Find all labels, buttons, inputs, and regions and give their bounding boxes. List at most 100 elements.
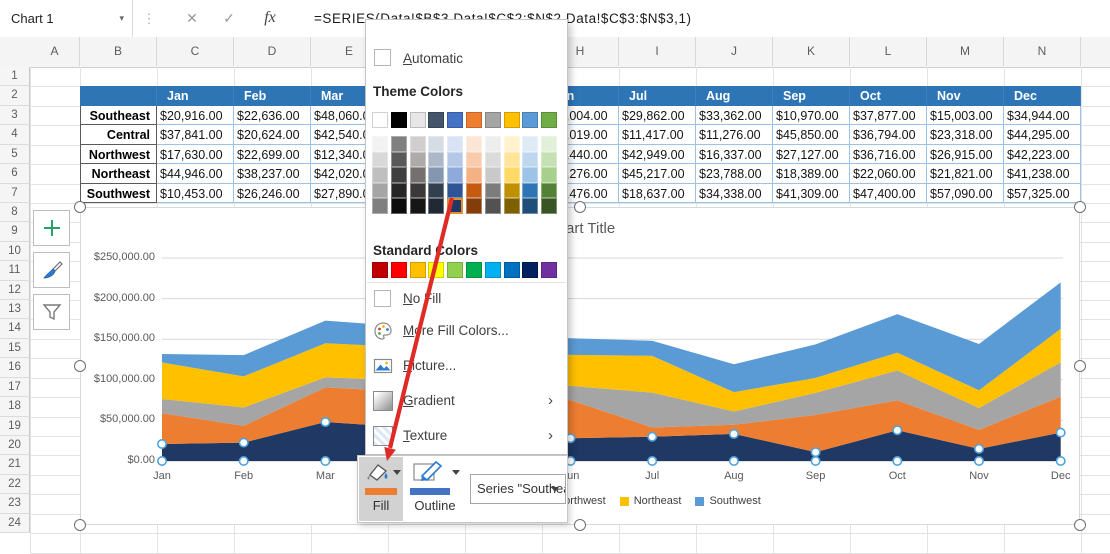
row-header[interactable]: 2 xyxy=(0,86,30,105)
x-axis-label[interactable]: Jul xyxy=(620,470,684,482)
table-row-header[interactable]: Southwest xyxy=(80,184,157,203)
x-axis-label[interactable]: Nov xyxy=(947,470,1011,482)
data-point-marker[interactable] xyxy=(811,448,819,456)
column-header[interactable]: D xyxy=(234,37,311,66)
variant-color-swatch[interactable] xyxy=(504,198,520,214)
table-cell[interactable]: $34,944.00 xyxy=(1004,106,1081,125)
variant-color-swatch[interactable] xyxy=(372,152,388,168)
row-header[interactable]: 23 xyxy=(0,494,30,513)
table-cell[interactable]: $41,309.00 xyxy=(773,184,850,203)
variant-color-swatch[interactable] xyxy=(391,152,407,168)
table-cell[interactable]: $11,417.00 xyxy=(619,125,696,144)
row-header[interactable]: 13 xyxy=(0,300,30,319)
data-point-marker[interactable] xyxy=(893,457,901,465)
table-cell[interactable]: $20,916.00 xyxy=(157,106,234,125)
variant-color-swatch[interactable] xyxy=(485,183,501,199)
row-header[interactable]: 22 xyxy=(0,475,30,494)
fill-button[interactable]: Fill xyxy=(359,457,403,521)
variant-color-swatch[interactable] xyxy=(372,167,388,183)
cancel-icon[interactable]: ✕ xyxy=(175,0,209,37)
row-header[interactable]: 19 xyxy=(0,417,30,436)
variant-color-swatch[interactable] xyxy=(485,136,501,152)
menu-item-texture[interactable]: Texture › xyxy=(366,422,567,452)
legend-item-southwest[interactable]: Southwest xyxy=(695,495,760,507)
table-cell[interactable]: $10,970.00 xyxy=(773,106,850,125)
enter-check-icon[interactable]: ✓ xyxy=(212,0,246,37)
table-cell[interactable]: $15,003.00 xyxy=(927,106,1004,125)
data-point-marker[interactable] xyxy=(648,433,656,441)
variant-color-swatch[interactable] xyxy=(541,167,557,183)
table-cell[interactable]: $57,325.00 xyxy=(1004,184,1081,203)
table-cell[interactable]: $37,877.00 xyxy=(850,106,927,125)
table-cell[interactable]: $22,060.00 xyxy=(850,164,927,183)
variant-color-swatch[interactable] xyxy=(391,136,407,152)
standard-color-swatch[interactable] xyxy=(541,262,557,278)
variant-color-swatch[interactable] xyxy=(504,183,520,199)
table-cell[interactable]: $57,090.00 xyxy=(927,184,1004,203)
table-cell[interactable]: $37,841.00 xyxy=(157,125,234,144)
column-header[interactable]: M xyxy=(927,37,1004,66)
table-header-cell[interactable]: Sep xyxy=(773,86,850,105)
column-header[interactable]: J xyxy=(696,37,773,66)
data-point-marker[interactable] xyxy=(648,457,656,465)
chart-resize-handle[interactable] xyxy=(74,201,86,213)
standard-color-swatch[interactable] xyxy=(522,262,538,278)
data-point-marker[interactable] xyxy=(730,430,738,438)
x-axis-label[interactable]: Oct xyxy=(865,470,929,482)
data-point-marker[interactable] xyxy=(158,440,166,448)
chart-resize-handle[interactable] xyxy=(1074,360,1086,372)
menu-item-automatic[interactable]: Automatic xyxy=(366,45,567,75)
table-cell[interactable]: $33,362.00 xyxy=(696,106,773,125)
x-axis-label[interactable]: Feb xyxy=(212,470,276,482)
variant-color-swatch[interactable] xyxy=(447,183,463,199)
table-cell[interactable]: $41,238.00 xyxy=(1004,164,1081,183)
chart-elements-button[interactable] xyxy=(33,210,70,246)
variant-color-swatch[interactable] xyxy=(522,183,538,199)
table-header-cell[interactable]: Feb xyxy=(234,86,311,105)
variant-color-swatch[interactable] xyxy=(428,198,444,214)
variant-color-swatch[interactable] xyxy=(466,198,482,214)
data-point-marker[interactable] xyxy=(811,457,819,465)
x-axis-label[interactable]: Dec xyxy=(1029,470,1093,482)
standard-color-swatch[interactable] xyxy=(504,262,520,278)
table-cell[interactable]: $16,337.00 xyxy=(696,145,773,164)
y-axis-label[interactable]: $50,000.00 xyxy=(83,413,155,425)
table-cell[interactable]: $20,624.00 xyxy=(234,125,311,144)
row-header[interactable]: 16 xyxy=(0,358,30,377)
table-cell[interactable]: $11,276.00 xyxy=(696,125,773,144)
row-header[interactable]: 14 xyxy=(0,319,30,338)
table-cell[interactable]: $38,237.00 xyxy=(234,164,311,183)
data-point-marker[interactable] xyxy=(1057,457,1065,465)
table-cell[interactable]: $18,637.00 xyxy=(619,184,696,203)
row-header[interactable]: 9 xyxy=(0,222,30,241)
data-point-marker[interactable] xyxy=(893,426,901,434)
chart-resize-handle[interactable] xyxy=(74,360,86,372)
table-cell[interactable]: $42,223.00 xyxy=(1004,145,1081,164)
table-header-cell[interactable]: Jul xyxy=(619,86,696,105)
variant-color-swatch[interactable] xyxy=(428,167,444,183)
variant-color-swatch[interactable] xyxy=(466,183,482,199)
table-cell[interactable]: $47,400.00 xyxy=(850,184,927,203)
variant-color-swatch[interactable] xyxy=(410,183,426,199)
theme-color-swatch[interactable] xyxy=(522,112,538,128)
chart-resize-handle[interactable] xyxy=(1074,519,1086,531)
menu-item-gradient[interactable]: Gradient › xyxy=(366,387,567,417)
variant-color-swatch[interactable] xyxy=(447,167,463,183)
variant-color-swatch[interactable] xyxy=(410,198,426,214)
table-cell[interactable]: $45,217.00 xyxy=(619,164,696,183)
standard-color-swatch[interactable] xyxy=(391,262,407,278)
variant-color-swatch[interactable] xyxy=(391,167,407,183)
table-header-cell[interactable]: Nov xyxy=(927,86,1004,105)
variant-color-swatch[interactable] xyxy=(504,152,520,168)
table-cell[interactable]: $36,794.00 xyxy=(850,125,927,144)
table-header-cell[interactable]: Aug xyxy=(696,86,773,105)
chart-resize-handle[interactable] xyxy=(74,519,86,531)
row-header[interactable]: 18 xyxy=(0,397,30,416)
insert-function-icon[interactable]: fx xyxy=(252,0,288,35)
table-cell[interactable]: $42,949.00 xyxy=(619,145,696,164)
row-header[interactable]: 11 xyxy=(0,261,30,280)
x-axis-label[interactable]: Sep xyxy=(784,470,848,482)
chart-object[interactable]: Chart Title $0.00$50,000.00$100,000.00$1… xyxy=(80,207,1080,525)
row-header[interactable]: 12 xyxy=(0,281,30,300)
variant-color-swatch[interactable] xyxy=(372,136,388,152)
